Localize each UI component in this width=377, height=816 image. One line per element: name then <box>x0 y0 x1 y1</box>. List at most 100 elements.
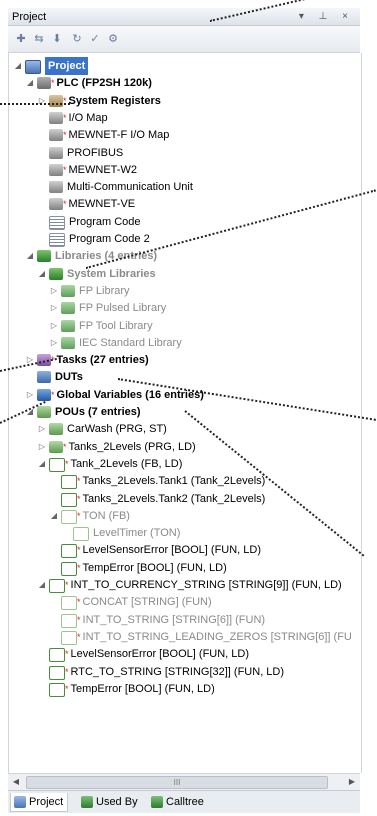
tree-item[interactable]: * CONCAT [STRING] (FUN) <box>49 593 212 611</box>
tree-item[interactable]: * MEWNET-W2 <box>37 161 137 179</box>
modified-star-icon: * <box>77 510 81 521</box>
tree-item[interactable]: * LevelSensorError [BOOL] (FUN, LD) <box>37 645 249 663</box>
tree-item-label: Tank_2Levels (FB, LD) <box>70 457 183 470</box>
tree-item-label: DUTs <box>55 371 83 384</box>
tree-item[interactable]: Program Code 2 <box>37 230 150 248</box>
tree-item-label: INT_TO_STRING_LEADING_ZEROS [STRING[6]] … <box>82 630 352 643</box>
tree-item-label: LevelSensorError [BOOL] (FUN, LD) <box>82 544 262 557</box>
modified-star-icon: * <box>65 666 69 677</box>
modified-star-icon: * <box>63 199 67 210</box>
tree-item[interactable]: ▷ * System Registers <box>37 92 161 110</box>
tree-item[interactable]: ▷ IEC Standard Library <box>49 334 182 352</box>
tree-item[interactable]: * Tanks_2Levels.Tank1 (Tank_2Levels) <box>49 472 265 490</box>
collapse-arrow-icon[interactable]: ◢ <box>37 455 47 473</box>
tree-item[interactable]: ▷ * Tanks_2Levels (PRG, LD) <box>37 438 196 456</box>
tree-item[interactable]: ◢ * TON (FB) <box>49 507 130 525</box>
tree-item[interactable]: LevelTimer (TON) <box>61 524 180 542</box>
tree-item-label: PROFIBUS <box>67 146 124 159</box>
tree-item-label: Tasks (27 entries) <box>56 354 149 367</box>
tab-calltree-label: Calltree <box>166 796 204 808</box>
expand-arrow-icon[interactable]: ▷ <box>37 420 47 438</box>
panel-window-controls[interactable]: ▾ ⊥ × <box>299 8 354 26</box>
tree-node-icon <box>61 302 75 315</box>
tree-item[interactable]: ◢ System Libraries <box>37 265 156 283</box>
tree-item[interactable]: * INT_TO_STRING [STRING[6]] (FUN) <box>49 611 265 629</box>
tree-new-icon[interactable]: ✚ <box>14 32 28 46</box>
expand-arrow-icon[interactable]: ▷ <box>49 334 59 352</box>
modified-star-icon: * <box>63 112 67 123</box>
tree-item-label: TempError [BOOL] (FUN, LD) <box>70 682 215 695</box>
tree-item[interactable]: PROFIBUS <box>37 144 123 162</box>
tree-item[interactable]: ◢ POUs (7 entries) <box>25 403 141 421</box>
tree-item[interactable]: * MEWNET-VE <box>37 195 135 213</box>
scroll-left-icon[interactable]: ◀ <box>8 774 24 790</box>
tree-item[interactable]: * TempError [BOOL] (FUN, LD) <box>37 680 215 698</box>
tree-item[interactable]: Program Code <box>37 213 141 231</box>
expand-arrow-icon[interactable]: ▷ <box>49 317 59 335</box>
tree-check-icon[interactable]: ✓ <box>88 32 102 46</box>
tree-settings-icon[interactable]: ⚙ <box>106 32 120 46</box>
tree-item[interactable]: ▷ FP Pulsed Library <box>49 299 166 317</box>
tree-item[interactable]: * TempError [BOOL] (FUN, LD) <box>49 559 227 577</box>
tree-node-icon <box>49 181 63 194</box>
tree-move-icon[interactable]: ⇆ <box>32 32 46 46</box>
tree-item-label: PLC (FP2SH 120k) <box>56 77 152 90</box>
collapse-arrow-icon[interactable]: ◢ <box>13 57 23 75</box>
modified-star-icon: * <box>63 130 67 141</box>
expand-arrow-icon[interactable]: ▷ <box>49 299 59 317</box>
tree-item[interactable]: * RTC_TO_STRING [STRING[32]] (FUN, LD) <box>37 663 284 681</box>
tree-item-label: Program Code 2 <box>69 233 150 245</box>
expand-arrow-icon[interactable]: ▷ <box>37 92 47 110</box>
expand-arrow-icon[interactable]: ▷ <box>25 386 35 404</box>
tree-item[interactable]: ◢ Project <box>13 57 89 75</box>
collapse-arrow-icon[interactable]: ◢ <box>25 247 35 265</box>
tree-item[interactable]: ◢ * Tank_2Levels (FB, LD) <box>37 455 182 473</box>
tree-node-icon <box>49 215 65 230</box>
tree-item-label: Tanks_2Levels (PRG, LD) <box>68 440 196 453</box>
modified-star-icon: * <box>77 562 81 573</box>
tree-item-label: INT_TO_CURRENCY_STRING [STRING[9]] (FUN,… <box>70 579 342 591</box>
scroll-thumb[interactable]: III <box>26 776 328 789</box>
collapse-arrow-icon[interactable]: ◢ <box>49 507 59 525</box>
tree-item-label: Project <box>45 57 89 75</box>
tree-item[interactable]: DUTs <box>25 368 83 386</box>
tree-refresh-icon[interactable]: ↻ <box>70 32 84 46</box>
tree-item-label: FP Library <box>79 284 130 297</box>
scroll-right-icon[interactable]: ▶ <box>344 774 360 790</box>
tree-item[interactable]: ▷ FP Tool Library <box>49 317 153 335</box>
tree-item-label: MEWNET-VE <box>68 198 136 211</box>
tree-item[interactable]: * INT_TO_STRING_LEADING_ZEROS [STRING[6]]… <box>49 628 352 646</box>
tree-item-label: MEWNET-F I/O Map <box>68 129 170 142</box>
tree-node-icon <box>61 284 75 297</box>
collapse-arrow-icon[interactable]: ◢ <box>25 74 35 92</box>
tree-item-label: POUs (7 entries) <box>55 406 141 418</box>
tree-item[interactable]: * Tanks_2Levels.Tank2 (Tank_2Levels) <box>49 490 265 508</box>
tree-item[interactable]: ▷ CarWash (PRG, ST) <box>37 420 167 438</box>
tree-item[interactable]: * LevelSensorError [BOOL] (FUN, LD) <box>49 541 261 559</box>
tab-project[interactable]: Project <box>10 793 69 812</box>
tree-node-icon <box>61 475 77 490</box>
tree-item[interactable]: ◢ * PLC (FP2SH 120k) <box>25 74 152 92</box>
tree-node-icon <box>49 457 65 472</box>
tab-used-by[interactable]: Used By <box>78 793 142 811</box>
tree-item[interactable]: ▷ FP Library <box>49 282 130 300</box>
tab-calltree[interactable]: Calltree <box>148 793 208 811</box>
tree-item-label: LevelSensorError [BOOL] (FUN, LD) <box>70 648 250 661</box>
tree-down-icon[interactable]: ⬇ <box>50 32 64 46</box>
tree-item[interactable]: * I/O Map <box>37 109 108 127</box>
modified-star-icon: * <box>65 580 69 590</box>
tree-item[interactable]: ◢ Libraries (4 entries) <box>25 247 157 265</box>
tree-item-label: IEC Standard Library <box>79 336 182 349</box>
expand-arrow-icon[interactable]: ▷ <box>49 282 59 300</box>
collapse-arrow-icon[interactable]: ◢ <box>37 576 47 594</box>
expand-arrow-icon[interactable]: ▷ <box>25 351 35 369</box>
panel-title: Project <box>12 11 47 23</box>
horizontal-scrollbar[interactable]: ◀ III ▶ <box>8 773 360 790</box>
collapse-arrow-icon[interactable]: ◢ <box>37 265 47 283</box>
tree-node-icon <box>37 371 51 384</box>
tree-item[interactable]: ◢ * INT_TO_CURRENCY_STRING [STRING[9]] (FU… <box>37 576 342 594</box>
expand-arrow-icon[interactable]: ▷ <box>37 438 47 456</box>
modified-star-icon: * <box>65 458 69 469</box>
tree-item[interactable]: * MEWNET-F I/O Map <box>37 126 169 144</box>
tree-item[interactable]: Multi-Communication Unit <box>37 178 193 196</box>
